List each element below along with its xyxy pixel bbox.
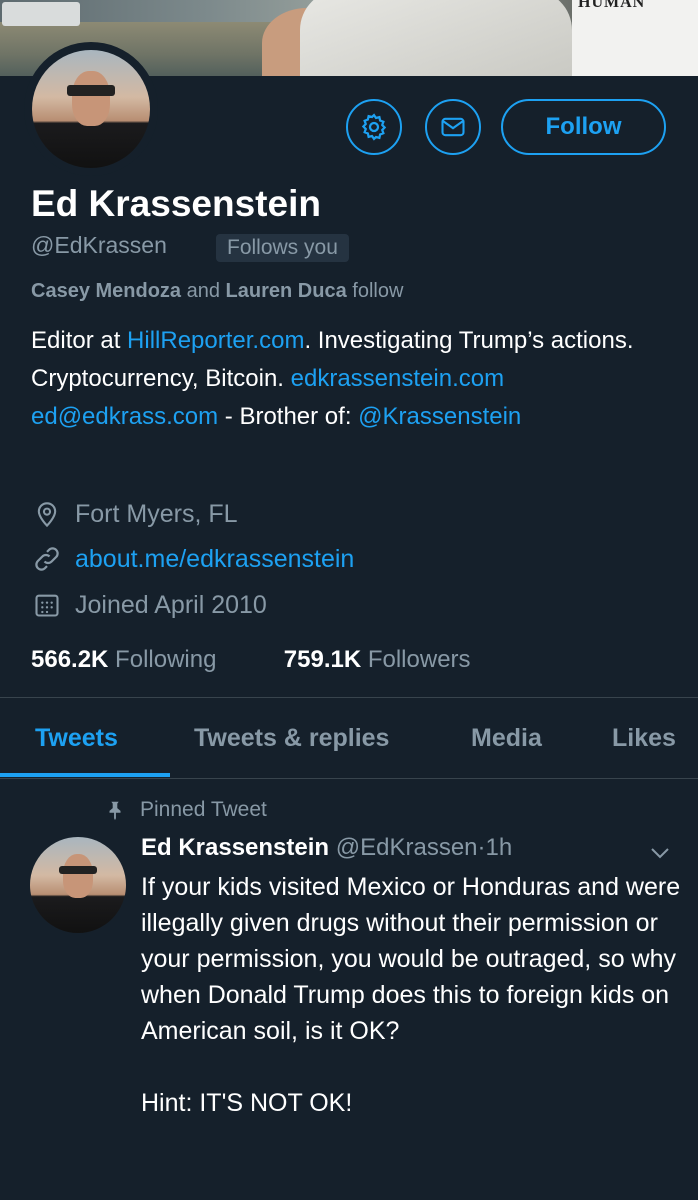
- bio-link-mention[interactable]: @Krassenstein: [358, 403, 521, 430]
- followed-by-suffix: follow: [346, 280, 404, 302]
- pinned-tweet-text: Pinned Tweet: [140, 798, 267, 821]
- calendar-icon: [31, 589, 63, 621]
- followed-by-joiner: and: [181, 280, 226, 302]
- bio-text-3: - Brother of:: [218, 403, 359, 430]
- followed-by-text[interactable]: Casey Mendoza and Lauren Duca follow: [31, 280, 403, 303]
- bio-link-website[interactable]: edkrassenstein.com: [291, 365, 504, 392]
- avatar-image: [32, 50, 150, 168]
- banner-shirt: [300, 0, 572, 76]
- followers-count-link[interactable]: 759.1K Followers: [284, 646, 471, 673]
- following-count-link[interactable]: 566.2K Following: [31, 646, 216, 673]
- avatar-face: [72, 71, 110, 126]
- gear-icon: [361, 113, 387, 141]
- tweet-time[interactable]: 1h: [486, 834, 513, 861]
- follows-you-badge: Follows you: [216, 234, 349, 262]
- tweet-header: Ed Krassenstein @EdKrassen·1h: [141, 834, 512, 862]
- tab-likes[interactable]: Likes: [612, 698, 676, 778]
- pinned-tweet-label: Pinned Tweet: [104, 798, 267, 822]
- tweet-avatar-image: [30, 837, 126, 933]
- bio-link-hillreporter[interactable]: HillReporter.com: [127, 327, 304, 354]
- tweet-avatar-sunglasses: [58, 865, 98, 875]
- location-pin-icon: [31, 498, 63, 530]
- website-link[interactable]: about.me/edkrassenstein: [75, 545, 354, 574]
- tab-tweets-replies[interactable]: Tweets & replies: [194, 698, 389, 778]
- profile-joined: Joined April 2010: [31, 589, 267, 621]
- avatar-sunglasses: [67, 85, 115, 96]
- profile-website[interactable]: about.me/edkrassenstein: [31, 543, 354, 575]
- profile-location: Fort Myers, FL: [31, 498, 238, 530]
- follow-button[interactable]: Follow: [501, 99, 666, 155]
- profile-name: Ed Krassenstein: [31, 183, 321, 224]
- profile-tabs: Tweets Tweets & replies Media Likes: [0, 697, 698, 779]
- followers-count: 759.1K: [283, 646, 362, 673]
- profile-bio: Editor at HillReporter.com. Investigatin…: [31, 322, 671, 436]
- profile-handle: @EdKrassen: [31, 232, 167, 258]
- banner-poster: HUMAN: [572, 0, 698, 76]
- link-icon: [31, 543, 63, 575]
- tweet-author-avatar[interactable]: [30, 837, 126, 933]
- settings-button[interactable]: [346, 99, 402, 155]
- followers-label: Followers: [361, 646, 471, 673]
- tweet-author-name[interactable]: Ed Krassenstein: [141, 834, 329, 861]
- following-count: 566.2K: [31, 646, 109, 673]
- following-label: Following: [108, 646, 217, 673]
- bio-link-email[interactable]: ed@edkrass.com: [31, 403, 218, 430]
- active-tab-indicator: [0, 773, 170, 777]
- chevron-down-icon: [651, 848, 669, 859]
- tweet-author-handle[interactable]: @EdKrassen: [336, 834, 478, 861]
- mail-icon: [441, 117, 465, 137]
- location-text: Fort Myers, FL: [75, 499, 238, 528]
- tweet-separator: ·: [477, 834, 486, 861]
- tweet-avatar-face: [62, 854, 94, 899]
- message-button[interactable]: [425, 99, 481, 155]
- tweet-text: If your kids visited Mexico or Honduras …: [141, 873, 681, 1117]
- follower-name-1[interactable]: Casey Mendoza: [31, 280, 181, 302]
- joined-text: Joined April 2010: [75, 590, 267, 619]
- banner-boat: [2, 2, 80, 26]
- profile-counts: 566.2K Following 759.1K Followers: [31, 646, 471, 674]
- profile-avatar[interactable]: [24, 42, 158, 176]
- pin-icon: [109, 801, 121, 821]
- follower-name-2[interactable]: Lauren Duca: [226, 280, 347, 302]
- bio-text-1: Editor at: [31, 327, 128, 354]
- tab-tweets[interactable]: Tweets: [35, 698, 118, 778]
- banner-poster-text: HUMAN: [578, 0, 646, 11]
- tweet-menu-button[interactable]: [648, 844, 672, 867]
- tab-media[interactable]: Media: [471, 698, 542, 778]
